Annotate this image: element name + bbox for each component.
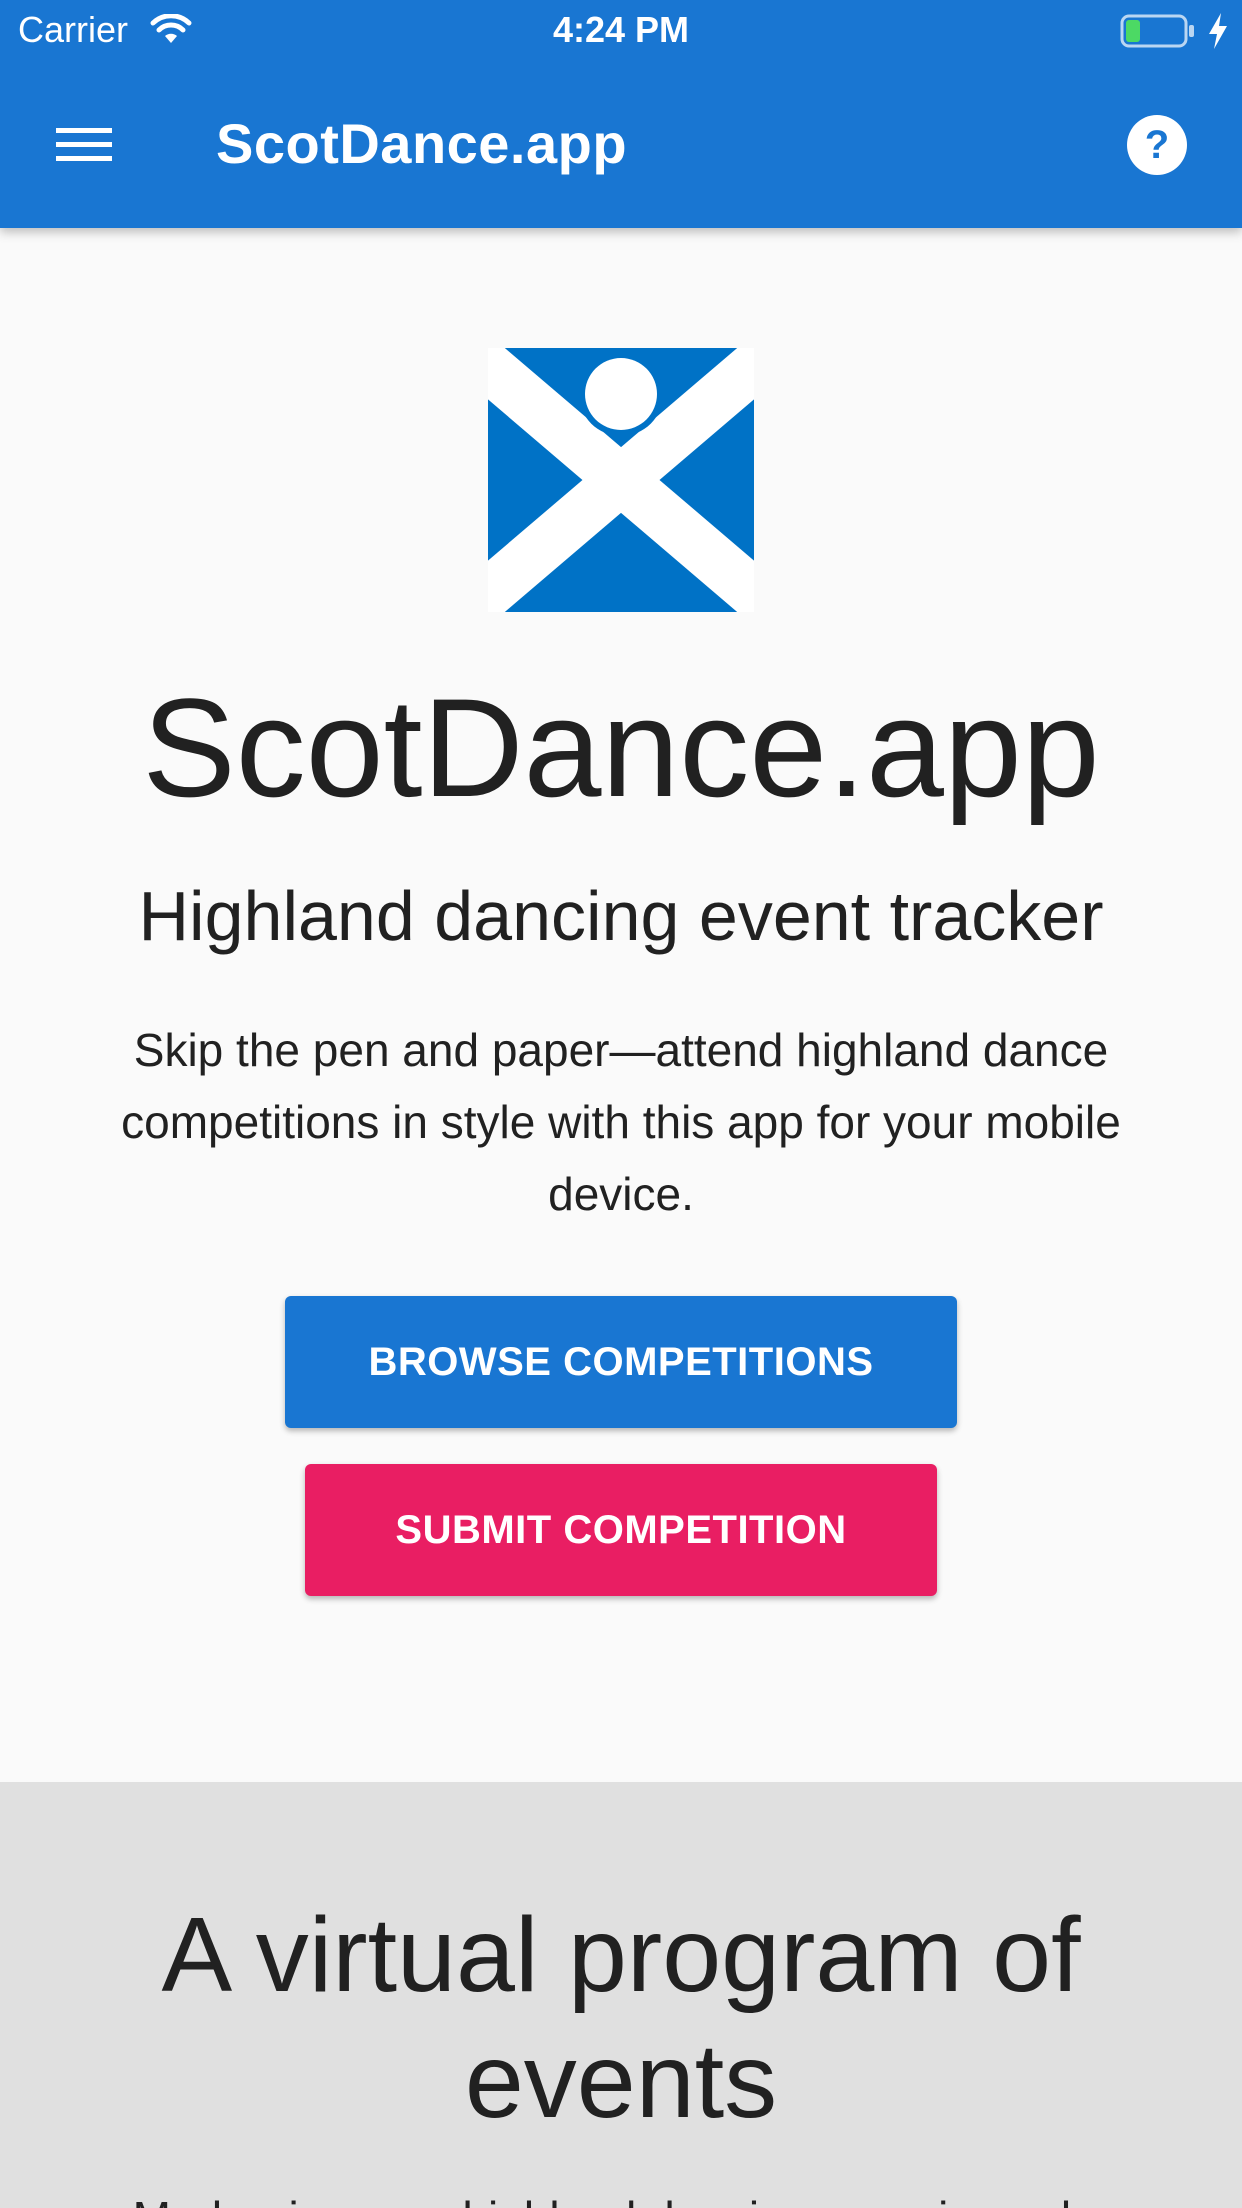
menu-icon[interactable] — [40, 112, 128, 176]
charging-bolt-icon — [1209, 13, 1227, 49]
svg-text:?: ? — [1145, 123, 1169, 167]
app-bar: ScotDance.app ? — [0, 62, 1242, 228]
battery-icon — [1120, 14, 1194, 48]
hero-subtitle: Highland dancing event tracker — [138, 877, 1104, 955]
app-bar-title: ScotDance.app — [216, 112, 628, 175]
hero-section: ScotDance.app Highland dancing event tra… — [0, 228, 1242, 1782]
browse-competitions-button[interactable]: BROWSE COMPETITIONS — [285, 1296, 957, 1428]
top-bar: Carrier 4:24 PM ScotDance.app ? — [0, 0, 1242, 228]
hero-title: ScotDance.app — [142, 669, 1100, 826]
hero-description: Skip the pen and paper—attend highland d… — [121, 1024, 1121, 1220]
submit-competition-button[interactable]: SUBMIT COMPETITION — [305, 1464, 937, 1596]
saltire-logo-icon — [488, 348, 754, 612]
virtual-program-section: A virtual program of events Modernize yo… — [0, 1782, 1242, 2208]
help-icon[interactable]: ? — [1126, 114, 1188, 176]
section-title: A virtual program of events — [161, 1896, 1081, 2140]
section-body: Modernize your highland dancing experien… — [0, 2182, 1242, 2208]
status-time: 4:24 PM — [552, 9, 690, 50]
status-bar: Carrier 4:24 PM — [0, 0, 1242, 62]
